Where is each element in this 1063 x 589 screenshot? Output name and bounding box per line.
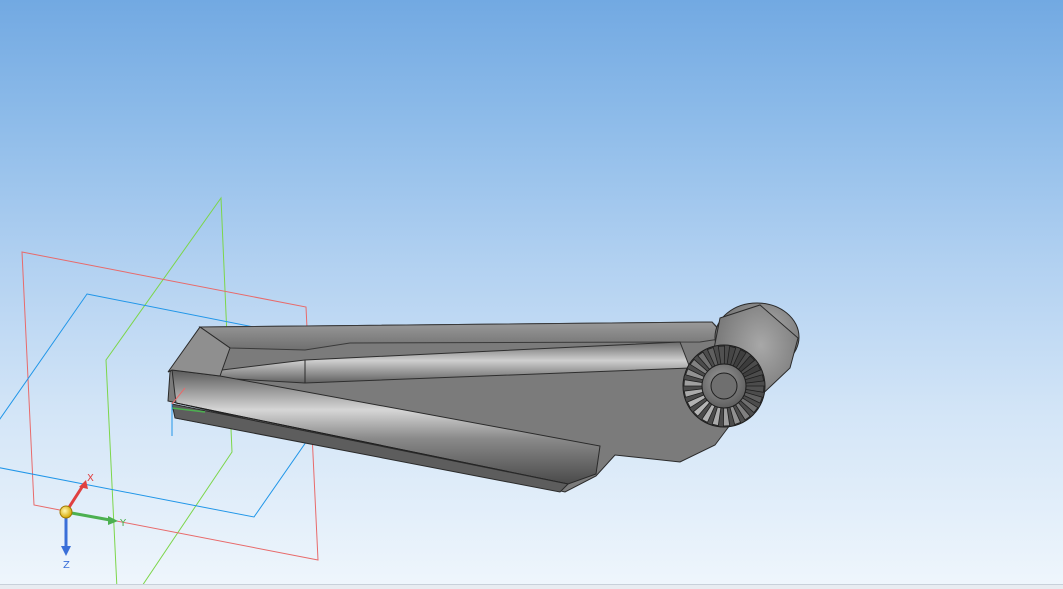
y-axis-arrow [65, 510, 111, 522]
y-axis-head [108, 516, 118, 525]
scene-canvas[interactable]: X Y Z [0, 0, 1063, 589]
z-axis-head [61, 546, 71, 556]
origin-icon[interactable] [59, 505, 73, 519]
spline-hub[interactable] [682, 344, 766, 428]
y-axis-label: Y [119, 518, 127, 529]
z-axis-label: Z [63, 560, 70, 571]
part-model[interactable] [167, 302, 800, 493]
3d-viewport[interactable]: X Y Z [0, 0, 1063, 589]
x-axis-label: X [87, 473, 94, 484]
axis-triad[interactable]: X Y Z [59, 473, 127, 571]
viewport-bottom-border [0, 584, 1063, 589]
